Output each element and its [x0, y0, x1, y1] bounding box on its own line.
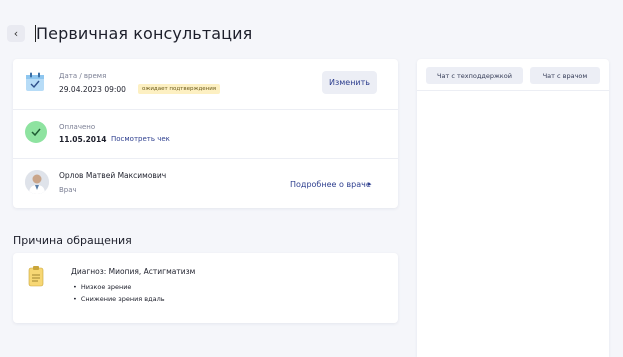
payment-row: Оплачено 11.05.2014 Посмотреть чек — [13, 109, 398, 159]
calendar-icon — [25, 72, 45, 96]
doctor-role: Врач — [59, 186, 77, 194]
appointment-card: Дата / время 29.04.2023 09:00 ожидает по… — [13, 59, 398, 208]
check-icon — [25, 121, 47, 143]
back-button[interactable]: ‹ — [7, 25, 25, 42]
page-title: Первичная консультация — [36, 24, 253, 43]
doctor-details-link[interactable]: Подробнее о враче — [290, 180, 371, 189]
list-item: Снижение зрения вдаль — [73, 293, 165, 305]
paid-date: 11.05.2014 — [59, 135, 107, 144]
chat-panel: Чат с техподдержкой Чат с врачом — [417, 59, 609, 357]
paid-label: Оплачено — [59, 123, 96, 131]
symptom-list: Низкое зрение Снижение зрения вдаль — [73, 281, 165, 305]
reason-section-title: Причина обращения — [13, 234, 132, 247]
diagnosis-card: Диагноз: Миопия, Астигматизм Низкое зрен… — [13, 253, 398, 323]
edit-button[interactable]: Изменить — [322, 71, 377, 94]
diagnosis-text: Диагноз: Миопия, Астигматизм — [71, 267, 196, 276]
chevron-right-icon: ▸ — [368, 180, 372, 188]
doctor-chat-button[interactable]: Чат с врачом — [530, 67, 600, 84]
appointment-row: Дата / время 29.04.2023 09:00 ожидает по… — [13, 59, 398, 110]
status-badge: ожидает подтверждения — [138, 84, 221, 94]
clipboard-icon — [28, 265, 44, 291]
chevron-left-icon: ‹ — [13, 27, 19, 40]
date-time-label: Дата / время — [59, 72, 107, 80]
divider — [417, 90, 609, 91]
support-chat-button[interactable]: Чат с техподдержкой — [426, 67, 523, 84]
date-time-value: 29.04.2023 09:00 — [59, 85, 126, 94]
doctor-name: Орлов Матвей Максимович — [59, 171, 167, 180]
doctor-avatar — [25, 170, 49, 194]
list-item: Низкое зрение — [73, 281, 165, 293]
view-receipt-link[interactable]: Посмотреть чек — [111, 135, 170, 143]
